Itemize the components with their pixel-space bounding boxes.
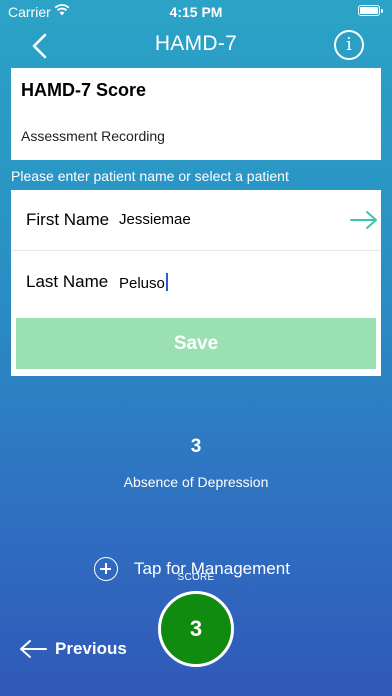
first-name-field[interactable]: Jessiemae [119, 211, 191, 228]
last-name-field[interactable]: Peluso [119, 273, 168, 292]
score-card: HAMD-7 Score Assessment Recording [11, 68, 381, 160]
last-name-row[interactable]: Last Name Peluso [11, 252, 381, 313]
score-card-title: HAMD-7 Score [21, 80, 147, 100]
arrow-right-icon[interactable] [349, 209, 379, 231]
first-name-row[interactable]: First Name Jessiemae [11, 190, 381, 251]
first-name-label: First Name [26, 210, 110, 229]
last-name-label: Last Name [26, 272, 109, 291]
severity-label: Absence of Depression [123, 474, 269, 490]
score-card-subtitle: Assessment Recording [21, 128, 165, 144]
patient-form: First Name Jessiemae Last Name Peluso Sa… [11, 190, 381, 376]
save-button[interactable]: Save [16, 318, 376, 369]
battery-icon [358, 5, 383, 16]
info-icon[interactable]: i [334, 30, 364, 60]
score-value: 3 [190, 436, 202, 457]
navigation-bar: HAMD-7 i [0, 28, 392, 64]
status-time: 4:15 PM [169, 4, 223, 20]
text-cursor [165, 273, 168, 291]
patient-prompt: Please enter patient name or select a pa… [11, 168, 289, 184]
status-bar: Carrier 4:15 PM [0, 0, 392, 24]
previous-label: Previous [55, 639, 127, 658]
last-name-value: Peluso [119, 275, 165, 292]
score-caption: SCORE [177, 572, 215, 583]
score-circle[interactable]: 3 [158, 591, 234, 667]
arrow-left-icon [20, 640, 47, 658]
